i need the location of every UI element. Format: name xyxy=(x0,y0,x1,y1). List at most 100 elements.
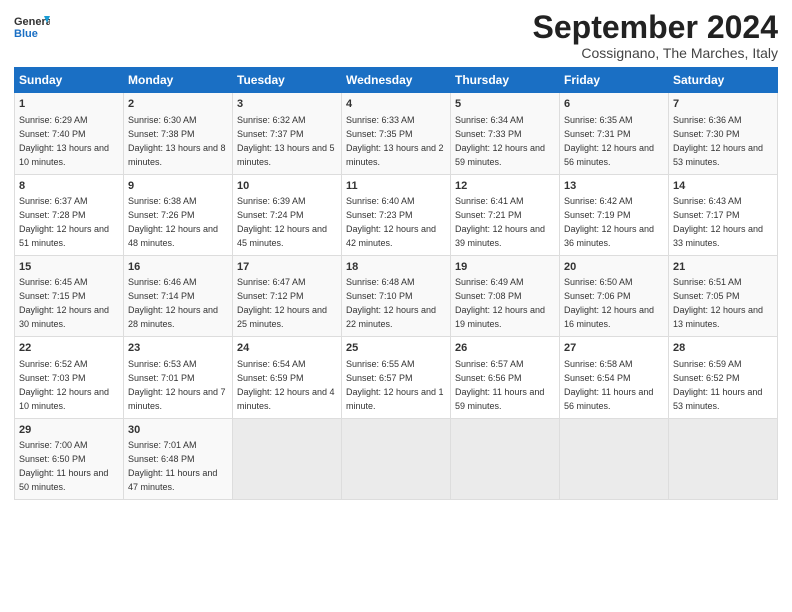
table-cell xyxy=(233,418,342,499)
day-number: 14 xyxy=(673,179,773,194)
day-number: 5 xyxy=(455,97,555,112)
day-info: Sunrise: 6:41 AMSunset: 7:21 PMDaylight:… xyxy=(455,196,545,248)
day-info: Sunrise: 6:39 AMSunset: 7:24 PMDaylight:… xyxy=(237,196,327,248)
day-info: Sunrise: 6:42 AMSunset: 7:19 PMDaylight:… xyxy=(564,196,654,248)
table-cell: 3Sunrise: 6:32 AMSunset: 7:37 PMDaylight… xyxy=(233,93,342,174)
day-number: 30 xyxy=(128,423,228,438)
day-number: 2 xyxy=(128,97,228,112)
day-info: Sunrise: 6:58 AMSunset: 6:54 PMDaylight:… xyxy=(564,359,653,411)
table-cell: 29Sunrise: 7:00 AMSunset: 6:50 PMDayligh… xyxy=(15,418,124,499)
logo-graphic: General Blue xyxy=(14,10,50,46)
day-number: 13 xyxy=(564,179,664,194)
table-cell: 16Sunrise: 6:46 AMSunset: 7:14 PMDayligh… xyxy=(124,255,233,336)
table-cell: 13 Sunrise: 6:42 AMSunset: 7:19 PMDayligh… xyxy=(560,174,669,255)
day-number: 27 xyxy=(564,341,664,356)
calendar-row: 8 Sunrise: 6:37 AMSunset: 7:28 PMDaylight… xyxy=(15,174,778,255)
day-number: 10 xyxy=(237,179,337,194)
day-info: Sunrise: 6:34 AMSunset: 7:33 PMDaylight:… xyxy=(455,115,545,167)
table-cell xyxy=(342,418,451,499)
table-cell: 5 Sunrise: 6:34 AMSunset: 7:33 PMDaylight… xyxy=(451,93,560,174)
day-info: Sunrise: 6:45 AMSunset: 7:15 PMDaylight:… xyxy=(19,277,109,329)
calendar-row: 15 Sunrise: 6:45 AMSunset: 7:15 PMDayligh… xyxy=(15,255,778,336)
col-sunday: Sunday xyxy=(15,68,124,93)
day-info: Sunrise: 6:36 AMSunset: 7:30 PMDaylight:… xyxy=(673,115,763,167)
table-cell: 11 Sunrise: 6:40 AMSunset: 7:23 PMDayligh… xyxy=(342,174,451,255)
page: General Blue September 2024 Cossignano, … xyxy=(0,0,792,612)
day-number: 17 xyxy=(237,260,337,275)
day-info: Sunrise: 6:53 AMSunset: 7:01 PMDaylight:… xyxy=(128,359,226,411)
table-cell: 14 Sunrise: 6:43 AMSunset: 7:17 PMDayligh… xyxy=(669,174,778,255)
table-cell: 25 Sunrise: 6:55 AMSunset: 6:57 PMDayligh… xyxy=(342,337,451,418)
day-number: 25 xyxy=(346,341,446,356)
svg-text:Blue: Blue xyxy=(14,28,38,40)
day-info: Sunrise: 6:59 AMSunset: 6:52 PMDaylight:… xyxy=(673,359,762,411)
day-info: Sunrise: 6:40 AMSunset: 7:23 PMDaylight:… xyxy=(346,196,436,248)
day-number: 6 xyxy=(564,97,664,112)
day-info: Sunrise: 7:00 AMSunset: 6:50 PMDaylight:… xyxy=(19,440,108,492)
day-number: 20 xyxy=(564,260,664,275)
day-info: Sunrise: 6:33 AMSunset: 7:35 PMDaylight:… xyxy=(346,115,444,167)
day-info: Sunrise: 6:51 AMSunset: 7:05 PMDaylight:… xyxy=(673,277,763,329)
calendar-row: 1 Sunrise: 6:29 AMSunset: 7:40 PMDaylight… xyxy=(15,93,778,174)
table-cell: 7Sunrise: 6:36 AMSunset: 7:30 PMDaylight… xyxy=(669,93,778,174)
day-number: 15 xyxy=(19,260,119,275)
svg-text:General: General xyxy=(14,16,50,28)
table-cell: 4 Sunrise: 6:33 AMSunset: 7:35 PMDaylight… xyxy=(342,93,451,174)
col-saturday: Saturday xyxy=(669,68,778,93)
table-cell: 28 Sunrise: 6:59 AMSunset: 6:52 PMDayligh… xyxy=(669,337,778,418)
calendar-row: 22 Sunrise: 6:52 AMSunset: 7:03 PMDayligh… xyxy=(15,337,778,418)
main-title: September 2024 xyxy=(533,10,778,45)
day-info: Sunrise: 6:52 AMSunset: 7:03 PMDaylight:… xyxy=(19,359,109,411)
table-cell xyxy=(560,418,669,499)
day-info: Sunrise: 6:57 AMSunset: 6:56 PMDaylight:… xyxy=(455,359,544,411)
subtitle: Cossignano, The Marches, Italy xyxy=(533,45,778,61)
table-cell: 24Sunrise: 6:54 AMSunset: 6:59 PMDayligh… xyxy=(233,337,342,418)
table-cell: 20 Sunrise: 6:50 AMSunset: 7:06 PMDayligh… xyxy=(560,255,669,336)
col-wednesday: Wednesday xyxy=(342,68,451,93)
table-cell: 22 Sunrise: 6:52 AMSunset: 7:03 PMDayligh… xyxy=(15,337,124,418)
day-info: Sunrise: 6:29 AMSunset: 7:40 PMDaylight:… xyxy=(19,115,109,167)
day-info: Sunrise: 6:37 AMSunset: 7:28 PMDaylight:… xyxy=(19,196,109,248)
day-number: 19 xyxy=(455,260,555,275)
day-number: 22 xyxy=(19,341,119,356)
table-cell: 21 Sunrise: 6:51 AMSunset: 7:05 PMDayligh… xyxy=(669,255,778,336)
day-info: Sunrise: 6:50 AMSunset: 7:06 PMDaylight:… xyxy=(564,277,654,329)
day-number: 24 xyxy=(237,341,337,356)
day-number: 8 xyxy=(19,179,119,194)
col-thursday: Thursday xyxy=(451,68,560,93)
day-info: Sunrise: 6:32 AMSunset: 7:37 PMDaylight:… xyxy=(237,115,335,167)
day-number: 11 xyxy=(346,179,446,194)
col-monday: Monday xyxy=(124,68,233,93)
day-info: Sunrise: 6:30 AMSunset: 7:38 PMDaylight:… xyxy=(128,115,226,167)
day-info: Sunrise: 6:43 AMSunset: 7:17 PMDaylight:… xyxy=(673,196,763,248)
table-cell: 26 Sunrise: 6:57 AMSunset: 6:56 PMDayligh… xyxy=(451,337,560,418)
day-number: 1 xyxy=(19,97,119,112)
table-cell: 1 Sunrise: 6:29 AMSunset: 7:40 PMDaylight… xyxy=(15,93,124,174)
calendar-row: 29Sunrise: 7:00 AMSunset: 6:50 PMDayligh… xyxy=(15,418,778,499)
table-cell: 18 Sunrise: 6:48 AMSunset: 7:10 PMDayligh… xyxy=(342,255,451,336)
table-cell: 15 Sunrise: 6:45 AMSunset: 7:15 PMDayligh… xyxy=(15,255,124,336)
table-cell xyxy=(451,418,560,499)
table-cell: 9 Sunrise: 6:38 AMSunset: 7:26 PMDaylight… xyxy=(124,174,233,255)
day-number: 26 xyxy=(455,341,555,356)
header: General Blue September 2024 Cossignano, … xyxy=(14,10,778,61)
table-cell: 6Sunrise: 6:35 AMSunset: 7:31 PMDaylight… xyxy=(560,93,669,174)
day-number: 9 xyxy=(128,179,228,194)
day-info: Sunrise: 6:48 AMSunset: 7:10 PMDaylight:… xyxy=(346,277,436,329)
day-number: 28 xyxy=(673,341,773,356)
day-info: Sunrise: 6:38 AMSunset: 7:26 PMDaylight:… xyxy=(128,196,218,248)
col-friday: Friday xyxy=(560,68,669,93)
day-number: 18 xyxy=(346,260,446,275)
logo: General Blue xyxy=(14,10,50,46)
day-number: 21 xyxy=(673,260,773,275)
day-number: 23 xyxy=(128,341,228,356)
day-number: 4 xyxy=(346,97,446,112)
col-tuesday: Tuesday xyxy=(233,68,342,93)
table-cell: 17 Sunrise: 6:47 AMSunset: 7:12 PMDayligh… xyxy=(233,255,342,336)
day-info: Sunrise: 7:01 AMSunset: 6:48 PMDaylight:… xyxy=(128,440,217,492)
title-block: September 2024 Cossignano, The Marches, … xyxy=(533,10,778,61)
day-info: Sunrise: 6:47 AMSunset: 7:12 PMDaylight:… xyxy=(237,277,327,329)
day-info: Sunrise: 6:46 AMSunset: 7:14 PMDaylight:… xyxy=(128,277,218,329)
table-cell: 23 Sunrise: 6:53 AMSunset: 7:01 PMDayligh… xyxy=(124,337,233,418)
day-info: Sunrise: 6:55 AMSunset: 6:57 PMDaylight:… xyxy=(346,359,444,411)
